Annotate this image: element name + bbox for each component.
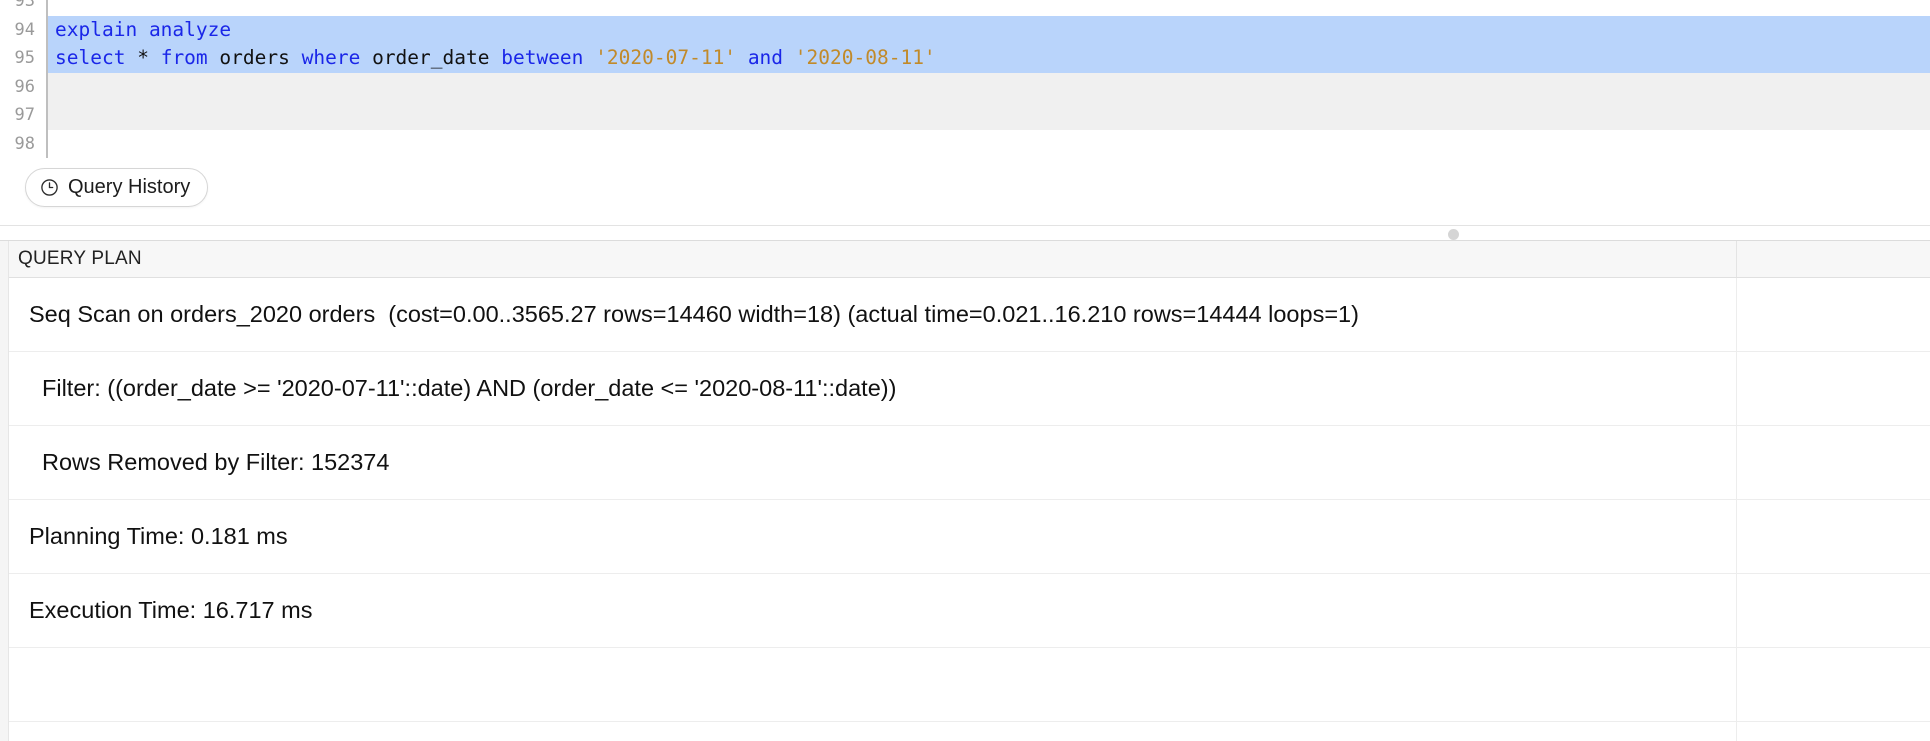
empty-cell[interactable] [1737,574,1930,647]
table-row[interactable]: Execution Time: 16.717 ms [9,574,1930,648]
results-body[interactable]: Seq Scan on orders_2020 orders (cost=0.0… [9,278,1930,741]
table-row[interactable] [9,648,1930,722]
column-header[interactable]: QUERY PLAN [9,241,1737,277]
table-row[interactable] [9,722,1930,741]
code-line[interactable]: 97 [0,101,1930,130]
column-header[interactable] [1737,241,1930,277]
splitter-drag-handle[interactable] [1448,229,1459,240]
empty-cell[interactable] [1737,648,1930,721]
empty-cell[interactable] [1737,722,1930,741]
table-row[interactable]: Filter: ((order_date >= '2020-07-11'::da… [9,352,1930,426]
line-number: 94 [0,15,46,44]
line-number: 93 [0,0,46,16]
code-line-text[interactable] [48,130,1930,159]
code-line[interactable]: 94 explain analyze [0,15,1930,44]
table-row[interactable]: Seq Scan on orders_2020 orders (cost=0.0… [9,278,1930,352]
code-line[interactable]: 95 select * from orders where order_date … [0,44,1930,73]
code-line[interactable]: 93 [0,0,1930,16]
sql-editor[interactable]: 93 94 explain analyze 95 select * from order… [0,0,1930,160]
editor-toolbar: Query History [0,160,1930,215]
empty-cell[interactable] [1737,352,1930,425]
code-line[interactable]: 98 [0,129,1930,159]
code-line[interactable]: 96 [0,72,1930,101]
line-number: 98 [0,129,46,158]
empty-cell[interactable] [1737,500,1930,573]
empty-cell[interactable] [1737,278,1930,351]
query-plan-cell[interactable] [9,722,1737,741]
query-plan-cell[interactable]: Seq Scan on orders_2020 orders (cost=0.0… [9,278,1737,351]
query-history-button[interactable]: Query History [25,168,209,207]
code-line-text[interactable]: select * from orders where order_date be… [48,44,1930,73]
table-row[interactable]: Planning Time: 0.181 ms [9,500,1930,574]
clock-icon [40,178,59,197]
query-plan-cell[interactable]: Execution Time: 16.717 ms [9,574,1737,647]
query-plan-results-grid[interactable]: QUERY PLAN Seq Scan on orders_2020 order… [0,241,1930,741]
code-line-text[interactable] [48,72,1930,101]
row-header-rail [0,241,9,741]
code-line-text[interactable] [48,0,1930,16]
empty-cell[interactable] [1737,426,1930,499]
query-plan-cell[interactable]: Rows Removed by Filter: 152374 [9,426,1737,499]
query-history-label: Query History [68,176,191,198]
code-line-text[interactable]: explain analyze [48,15,1930,44]
table-row[interactable]: Rows Removed by Filter: 152374 [9,426,1930,500]
line-number: 95 [0,44,46,73]
sql-editor-lines[interactable]: 93 94 explain analyze 95 select * from order… [0,0,1930,160]
query-plan-cell[interactable] [9,648,1737,721]
line-number: 97 [0,101,46,130]
query-plan-cell[interactable]: Planning Time: 0.181 ms [9,500,1737,573]
code-line-text[interactable] [48,101,1930,130]
results-header-row: QUERY PLAN [9,241,1930,278]
line-number: 96 [0,72,46,101]
query-plan-cell[interactable]: Filter: ((order_date >= '2020-07-11'::da… [9,352,1737,425]
panel-splitter[interactable] [0,225,1930,241]
